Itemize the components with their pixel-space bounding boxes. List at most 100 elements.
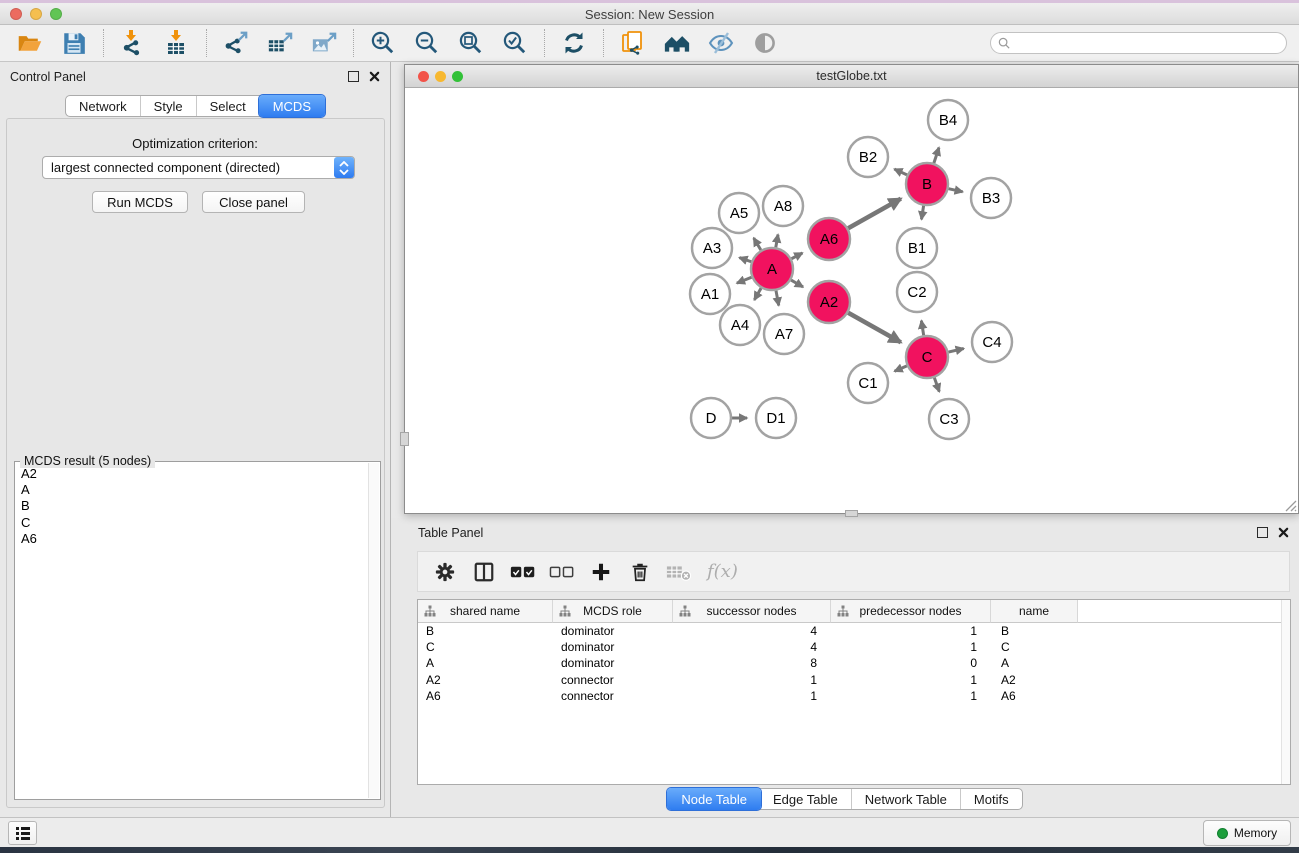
- table-row[interactable]: Adominator80A: [418, 655, 1290, 671]
- import-network-icon[interactable]: [118, 28, 148, 58]
- graph-node-C4[interactable]: C4: [972, 322, 1012, 362]
- tab-select[interactable]: Select: [197, 96, 260, 116]
- tab-network-table[interactable]: Network Table: [852, 789, 961, 809]
- criterion-dropdown[interactable]: largest connected component (directed): [42, 156, 355, 179]
- memory-button[interactable]: Memory: [1203, 820, 1291, 846]
- tab-mcds[interactable]: MCDS: [259, 95, 325, 117]
- zoom-fit-icon[interactable]: [456, 28, 486, 58]
- save-session-icon[interactable]: [59, 28, 89, 58]
- graph-node-C[interactable]: C: [906, 336, 948, 378]
- export-image-icon[interactable]: [309, 28, 339, 58]
- graph-node-A4[interactable]: A4: [720, 305, 760, 345]
- graph-node-C2[interactable]: C2: [897, 272, 937, 312]
- edge-A-A4[interactable]: [754, 288, 761, 300]
- edge-B-B4[interactable]: [934, 148, 939, 164]
- column-header-successor-nodes[interactable]: successor nodes: [673, 600, 831, 623]
- export-network-icon[interactable]: [221, 28, 251, 58]
- apply-function-button[interactable]: f(x): [707, 561, 738, 582]
- search-box[interactable]: [990, 32, 1287, 54]
- edge-A-A2[interactable]: [791, 280, 803, 287]
- graph-node-B4[interactable]: B4: [928, 100, 968, 140]
- table-scrollbar[interactable]: [1281, 600, 1290, 784]
- column-header-shared-name[interactable]: shared name: [418, 600, 553, 623]
- mcds-result-item[interactable]: A6: [21, 531, 367, 547]
- table-settings-icon[interactable]: [432, 560, 458, 584]
- mcds-result-item[interactable]: C: [21, 515, 367, 531]
- search-input[interactable]: [1011, 34, 1286, 52]
- select-all-icon[interactable]: [510, 560, 536, 584]
- column-header-MCDS-role[interactable]: MCDS role: [553, 600, 673, 623]
- table-row[interactable]: A6connector11A6: [418, 688, 1290, 704]
- export-table-icon[interactable]: [265, 28, 295, 58]
- graph-node-A1[interactable]: A1: [690, 274, 730, 314]
- mcds-result-item[interactable]: A: [21, 482, 367, 498]
- resize-grip-icon[interactable]: [1283, 498, 1297, 512]
- graph-node-D1[interactable]: D1: [756, 398, 796, 438]
- delete-table-icon[interactable]: [666, 560, 692, 584]
- hide-unselected-icon[interactable]: [706, 28, 736, 58]
- edge-B-B2[interactable]: [894, 169, 907, 175]
- refresh-layout-icon[interactable]: [559, 28, 589, 58]
- zoom-in-icon[interactable]: [368, 28, 398, 58]
- zoom-selected-icon[interactable]: [500, 28, 530, 58]
- edge-C-C3[interactable]: [934, 378, 939, 392]
- tab-node-table[interactable]: Node Table: [667, 788, 761, 810]
- graph-node-A2[interactable]: A2: [808, 281, 850, 323]
- graph-node-B2[interactable]: B2: [848, 137, 888, 177]
- edge-B-B3[interactable]: [948, 189, 962, 192]
- graph-node-A6[interactable]: A6: [808, 218, 850, 260]
- float-panel-icon[interactable]: [348, 71, 359, 82]
- edge-A-A8[interactable]: [776, 235, 778, 248]
- tab-edge-table[interactable]: Edge Table: [760, 789, 852, 809]
- divider-grip[interactable]: [400, 432, 409, 446]
- table-row[interactable]: A2connector11A2: [418, 672, 1290, 688]
- divider-grip[interactable]: [845, 510, 858, 517]
- add-column-icon[interactable]: [588, 560, 614, 584]
- home-layout-icon[interactable]: [662, 28, 692, 58]
- tab-style[interactable]: Style: [141, 96, 197, 116]
- edge-A-A3[interactable]: [739, 258, 751, 262]
- show-all-eye-icon[interactable]: [750, 28, 780, 58]
- import-table-icon[interactable]: [162, 28, 192, 58]
- graph-node-A8[interactable]: A8: [763, 186, 803, 226]
- table-row[interactable]: Bdominator41B: [418, 623, 1290, 639]
- graph-node-A7[interactable]: A7: [764, 314, 804, 354]
- clone-network-icon[interactable]: [618, 28, 648, 58]
- graph-node-A[interactable]: A: [751, 248, 793, 290]
- open-session-icon[interactable]: [15, 28, 45, 58]
- edge-C-C4[interactable]: [948, 349, 963, 353]
- edge-A6-B[interactable]: [848, 199, 901, 229]
- edge-A-A5[interactable]: [754, 238, 761, 250]
- table-row[interactable]: Cdominator41C: [418, 639, 1290, 655]
- status-menu-button[interactable]: [8, 821, 37, 845]
- edge-C-C2[interactable]: [921, 321, 923, 336]
- result-scrollbar[interactable]: [368, 463, 379, 798]
- run-mcds-button[interactable]: Run MCDS: [92, 191, 188, 213]
- mcds-result-item[interactable]: A2: [21, 466, 367, 482]
- close-panel-icon[interactable]: [1278, 527, 1289, 538]
- graph-node-B[interactable]: B: [906, 163, 948, 205]
- zoom-out-icon[interactable]: [412, 28, 442, 58]
- delete-column-icon[interactable]: [627, 560, 653, 584]
- edge-A-A7[interactable]: [776, 291, 779, 306]
- mcds-result-item[interactable]: B: [21, 498, 367, 514]
- edge-A-A6[interactable]: [791, 253, 802, 259]
- tab-network[interactable]: Network: [66, 96, 141, 116]
- float-panel-icon[interactable]: [1257, 527, 1268, 538]
- close-panel-button[interactable]: Close panel: [202, 191, 305, 213]
- edge-A-A1[interactable]: [737, 277, 752, 283]
- graph-node-A5[interactable]: A5: [719, 193, 759, 233]
- graph-node-D[interactable]: D: [691, 398, 731, 438]
- edge-C-C1[interactable]: [895, 366, 907, 371]
- graph-node-B3[interactable]: B3: [971, 178, 1011, 218]
- tab-motifs[interactable]: Motifs: [961, 789, 1022, 809]
- column-header-predecessor-nodes[interactable]: predecessor nodes: [831, 600, 991, 623]
- edge-B-B1[interactable]: [921, 206, 923, 220]
- mcds-result-list[interactable]: A2ABCA6: [16, 464, 367, 798]
- graph-node-B1[interactable]: B1: [897, 228, 937, 268]
- column-header-name[interactable]: name: [991, 600, 1078, 623]
- graph-node-C1[interactable]: C1: [848, 363, 888, 403]
- edge-A2-C[interactable]: [848, 313, 901, 343]
- close-panel-icon[interactable]: [369, 71, 380, 82]
- graph-node-A3[interactable]: A3: [692, 228, 732, 268]
